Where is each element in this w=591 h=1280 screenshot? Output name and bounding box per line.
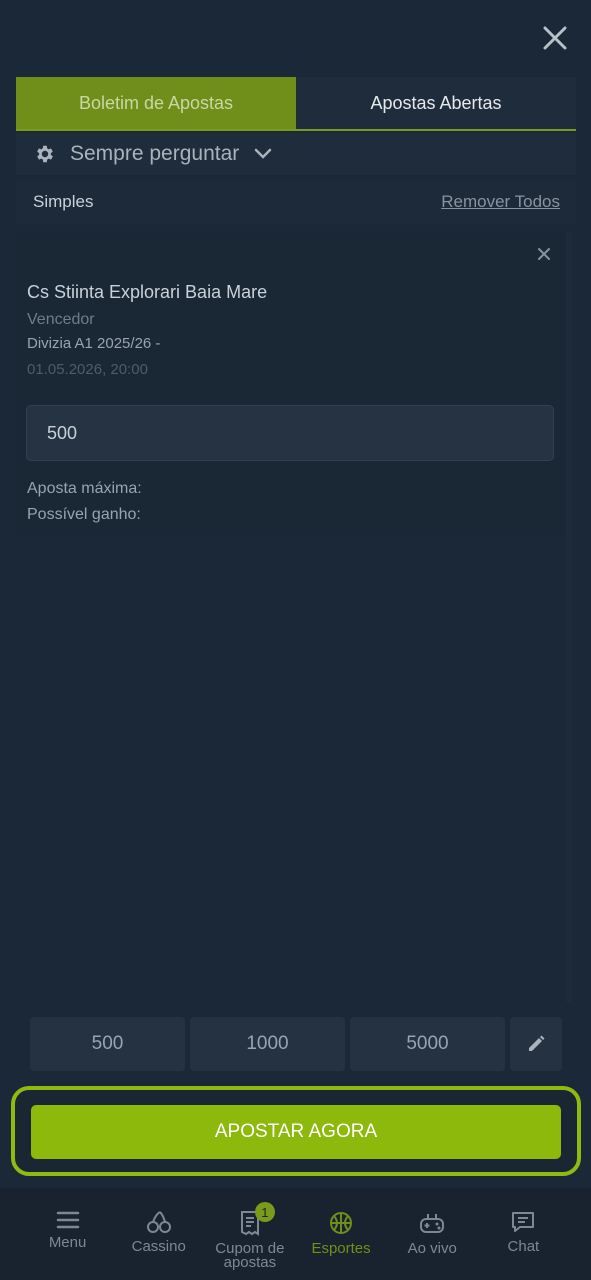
cherries-icon <box>146 1211 171 1233</box>
bet-card: Cs Stiinta Explorari Baia Mare Vencedor … <box>16 232 570 537</box>
nav-label: Menu <box>48 1234 87 1251</box>
bet-now-button[interactable]: APOSTAR AGORA <box>31 1105 561 1159</box>
nav-menu[interactable]: Menu <box>23 1188 113 1280</box>
chevron-down-icon <box>255 148 272 159</box>
settings-label: Sempre perguntar <box>70 142 240 165</box>
nav-label: Chat <box>507 1238 540 1255</box>
gear-icon <box>37 145 53 163</box>
close-icon <box>543 26 567 50</box>
nav-label: Cupom de apostas <box>215 1240 285 1271</box>
remove-all-link[interactable]: Remover Todos <box>441 192 560 212</box>
basketball-icon <box>330 1212 353 1234</box>
bet-league: Divizia A1 2025/26 - <box>27 335 161 352</box>
bet-count-badge: 1 <box>254 1202 275 1222</box>
betslip-tabs: Boletim de Apostas Apostas Abertas <box>16 77 576 131</box>
quick-stake-button[interactable]: 1000 <box>190 1017 345 1071</box>
remove-bet-button[interactable] <box>532 242 556 266</box>
odds-settings-dropdown[interactable]: Sempre perguntar <box>16 133 576 175</box>
hamburger-icon <box>56 1211 79 1229</box>
nav-label: Esportes <box>311 1240 371 1257</box>
close-icon <box>538 248 550 260</box>
nav-esportes[interactable]: Esportes <box>296 1188 386 1280</box>
bet-selection: Cs Stiinta Explorari Baia Mare <box>27 282 268 302</box>
nav-cupom[interactable]: 1 Cupom de apostas <box>205 1188 295 1280</box>
close-button[interactable] <box>539 22 571 54</box>
pencil-icon <box>529 1035 545 1051</box>
nav-label: Cassino <box>131 1238 186 1255</box>
bet-market: Vencedor <box>27 311 95 328</box>
max-bet-label: Aposta máxima: <box>27 480 142 497</box>
bet-date: 01.05.2026, 20:00 <box>27 361 148 378</box>
chat-icon <box>512 1212 535 1232</box>
bet-type-row: Simples Remover Todos <box>16 180 576 224</box>
nav-label: Ao vivo <box>407 1240 457 1257</box>
tab-boletim[interactable]: Boletim de Apostas <box>16 77 296 129</box>
possible-gain-label: Possível ganho: <box>27 506 141 523</box>
nav-chat[interactable]: Chat <box>478 1188 568 1280</box>
bet-type-label: Simples <box>33 192 94 211</box>
quick-stake-button[interactable]: 5000 <box>350 1017 505 1071</box>
quick-stake-button[interactable]: 500 <box>30 1017 185 1071</box>
bet-now-highlight: APOSTAR AGORA <box>11 1086 581 1176</box>
gamepad-icon <box>420 1214 445 1233</box>
bottom-nav: Menu Cassino 1 Cupom de apostas Esportes <box>0 1188 591 1280</box>
quick-stakes: 500 1000 5000 <box>30 1017 562 1071</box>
scrollbar[interactable] <box>566 232 572 1002</box>
stake-input[interactable] <box>26 405 554 461</box>
nav-ao-vivo[interactable]: Ao vivo <box>387 1188 477 1280</box>
nav-cassino[interactable]: Cassino <box>114 1188 204 1280</box>
edit-stakes-button[interactable] <box>510 1017 562 1071</box>
tab-apostas-abertas[interactable]: Apostas Abertas <box>296 77 576 129</box>
